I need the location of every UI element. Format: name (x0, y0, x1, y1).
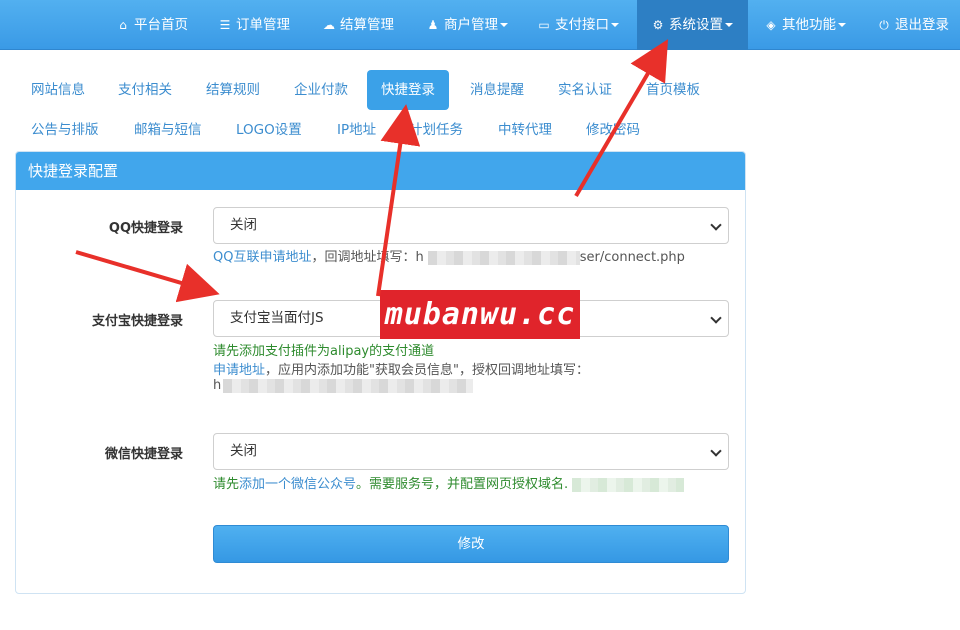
nav-merchants[interactable]: ♟ 商户管理 (426, 0, 508, 50)
wechat-login-select[interactable]: 关闭 (213, 433, 729, 470)
tab-notifications[interactable]: 消息提醒 (456, 70, 538, 110)
qq-help-suffix: ser/connect.php (579, 250, 685, 265)
wechat-notice-suffix: 。需要服务号，并配置网页授权域名. (356, 477, 569, 492)
tab-home-template[interactable]: 首页模板 (632, 70, 714, 110)
cloud-icon: ☁ (323, 18, 335, 32)
tab-site-info[interactable]: 网站信息 (17, 70, 99, 110)
alipay-callback: h (213, 378, 474, 393)
tab-real-name[interactable]: 实名认证 (544, 70, 626, 110)
alipay-notice: 请先添加支付插件为alipay的支付通道 (213, 344, 435, 359)
caret-down-icon (725, 23, 733, 27)
chevron-down-icon (710, 219, 722, 231)
tab-settlement-rules[interactable]: 结算规则 (192, 70, 274, 110)
redacted-block (427, 250, 580, 265)
wechat-notice: 请先添加一个微信公众号。需要服务号，并配置网页授权域名. (213, 473, 685, 492)
nav-label: 结算管理 (340, 17, 394, 33)
chevron-down-icon (710, 312, 722, 324)
nav-orders[interactable]: ☰ 订单管理 (218, 0, 290, 50)
nav-label: 支付接口 (555, 17, 609, 33)
user-icon: ♟ (427, 18, 439, 32)
tab-logo[interactable]: LOGO设置 (222, 110, 316, 150)
tab-payment[interactable]: 支付相关 (104, 70, 186, 110)
qq-help: QQ互联申请地址，回调地址填写：h ser/connect.php (213, 246, 685, 265)
gear-icon: ⚙ (652, 18, 664, 32)
cube-icon: ◈ (766, 18, 776, 32)
qq-help-text: ，回调地址填写： (311, 250, 416, 265)
qq-login-select[interactable]: 关闭 (213, 207, 729, 244)
tab-quick-login[interactable]: 快捷登录 (367, 70, 449, 110)
card-icon: ▭ (538, 18, 550, 32)
submit-button[interactable]: 修改 (213, 525, 729, 563)
nav-label: 系统设置 (669, 17, 723, 33)
list-icon: ☰ (219, 18, 231, 32)
qq-apply-link[interactable]: QQ互联申请地址 (213, 250, 311, 265)
nav-logout[interactable]: ⏻ 退出登录 (877, 0, 949, 50)
alipay-help-text: ，应用内添加功能"获取会员信息"，授权回调地址填写： (265, 363, 589, 378)
alipay-apply-link[interactable]: 申请地址 (213, 363, 265, 378)
caret-down-icon (500, 23, 508, 27)
nav-label: 退出登录 (895, 17, 949, 33)
caret-down-icon (838, 23, 846, 27)
tab-cron[interactable]: 计划任务 (395, 110, 477, 150)
wechat-add-account-link[interactable]: 添加一个微信公众号 (239, 477, 356, 492)
wechat-login-label: 微信快捷登录 (104, 447, 183, 462)
nav-settlement[interactable]: ☁ 结算管理 (322, 0, 394, 50)
alipay-login-label: 支付宝快捷登录 (91, 314, 183, 329)
tab-change-password[interactable]: 修改密码 (572, 110, 654, 150)
wechat-notice-prefix: 请先 (213, 477, 240, 492)
alipay-login-value: 支付宝当面付JS (230, 310, 324, 326)
home-icon: ⌂ (119, 18, 127, 32)
tab-email-sms[interactable]: 邮箱与短信 (120, 110, 216, 150)
chevron-down-icon (710, 445, 722, 457)
tab-proxy[interactable]: 中转代理 (484, 110, 566, 150)
tab-announcement[interactable]: 公告与排版 (17, 110, 113, 150)
nav-home[interactable]: ⌂ 平台首页 (116, 0, 188, 50)
wechat-login-value: 关闭 (230, 443, 257, 459)
nav-label: 商户管理 (444, 17, 498, 33)
caret-down-icon (611, 23, 619, 27)
qq-login-value: 关闭 (230, 217, 257, 233)
top-navbar: ⌂ 平台首页 ☰ 订单管理 ☁ 结算管理 ♟ 商户管理 ▭ 支付接口 ⚙ 系统设置 ◈ 其他功… (0, 0, 960, 50)
nav-system-settings[interactable]: ⚙ 系统设置 (637, 0, 748, 50)
nav-payment-api[interactable]: ▭ 支付接口 (537, 0, 619, 50)
nav-other[interactable]: ◈ 其他功能 (764, 0, 846, 50)
watermark: mubanwu.cc (380, 290, 580, 339)
nav-label: 平台首页 (134, 17, 188, 33)
nav-label: 订单管理 (236, 17, 290, 33)
tab-enterprise-pay[interactable]: 企业付款 (280, 70, 362, 110)
redacted-block (572, 477, 685, 492)
redacted-block (223, 378, 474, 393)
power-icon: ⏻ (879, 18, 889, 32)
qq-login-label: QQ快捷登录 (108, 221, 183, 236)
qq-help-prefix: h (415, 250, 424, 265)
alipay-help: 申请地址，应用内添加功能"获取会员信息"，授权回调地址填写： (213, 359, 589, 378)
alipay-help-prefix: h (213, 378, 222, 393)
nav-label: 其他功能 (782, 17, 836, 33)
tab-ip[interactable]: IP地址 (323, 110, 390, 150)
panel-title: 快捷登录配置 (16, 152, 745, 190)
